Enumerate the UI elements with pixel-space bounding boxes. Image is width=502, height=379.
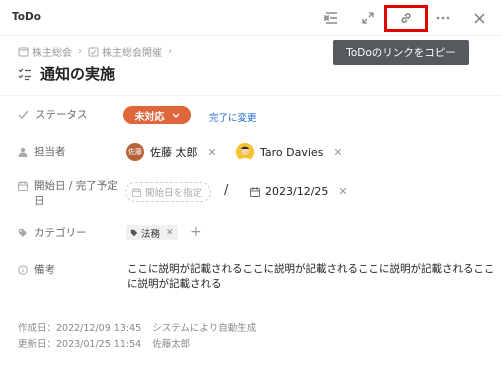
category-tag[interactable]: 法務 ✕ bbox=[126, 225, 178, 240]
category-label: カテゴリー bbox=[18, 226, 87, 241]
created-date: 作成日：2022/12/09 13:45 bbox=[18, 323, 142, 334]
header-divider bbox=[0, 35, 502, 36]
folder-icon bbox=[18, 47, 29, 56]
created-by: システムにより自動生成 bbox=[152, 323, 257, 334]
info-icon bbox=[18, 265, 28, 275]
person-icon bbox=[18, 147, 28, 157]
status-dropdown[interactable]: 未対応 bbox=[123, 106, 191, 124]
end-date-value: 2023/12/25 bbox=[265, 185, 329, 198]
created-info: 作成日：2022/12/09 13:45 システムにより自動生成 bbox=[18, 320, 256, 334]
status-value: 未対応 bbox=[134, 111, 165, 123]
check-icon bbox=[18, 110, 29, 120]
breadcrumb-item-shareholders-meeting[interactable]: 株主総会 bbox=[18, 44, 72, 59]
note-label-text: 備考 bbox=[34, 264, 55, 276]
breadcrumb-label: 株主総会開催 bbox=[102, 48, 162, 59]
dates-label-text: 開始日 / 完了予定日 bbox=[34, 180, 118, 207]
assignee-label-text: 担当者 bbox=[34, 146, 66, 158]
clear-date-icon[interactable]: ✕ bbox=[338, 185, 347, 198]
assignee-name: 佐藤 太郎 bbox=[150, 146, 198, 159]
end-date-picker[interactable]: 2023/12/25 ✕ bbox=[250, 185, 348, 198]
breadcrumb-item-meeting-held[interactable]: 株主総会開催 bbox=[88, 44, 162, 59]
tag-icon bbox=[19, 229, 27, 237]
date-separator: / bbox=[224, 183, 229, 198]
calendar-icon bbox=[250, 186, 260, 197]
assignee-label: 担当者 bbox=[18, 145, 66, 160]
note-label: 備考 bbox=[18, 263, 55, 278]
status-label: ステータス bbox=[18, 108, 88, 123]
checkbox-icon bbox=[88, 47, 99, 56]
title-divider bbox=[0, 95, 502, 96]
checklist-icon bbox=[18, 66, 32, 85]
expand-icon[interactable] bbox=[355, 6, 381, 30]
indent-icon[interactable] bbox=[318, 6, 344, 30]
breadcrumb-separator: › bbox=[78, 46, 82, 57]
breadcrumb: 株主総会 › 株主総会開催 › bbox=[18, 44, 178, 59]
remove-tag-icon[interactable]: ✕ bbox=[166, 228, 174, 238]
tag-icon bbox=[130, 229, 138, 236]
app-title: ToDo bbox=[12, 11, 41, 23]
status-label-text: ステータス bbox=[35, 109, 88, 121]
add-category-button[interactable]: + bbox=[190, 224, 202, 240]
assignee-name: Taro Davies bbox=[260, 145, 324, 159]
category-label-text: カテゴリー bbox=[34, 227, 87, 239]
remove-assignee-icon[interactable]: ✕ bbox=[208, 146, 217, 159]
dates-label: 開始日 / 完了予定日 bbox=[18, 179, 118, 209]
category-tag-label: 法務 bbox=[141, 228, 161, 240]
breadcrumb-label: 株主総会 bbox=[32, 48, 72, 59]
breadcrumb-separator: › bbox=[168, 46, 172, 57]
header: ToDo bbox=[0, 0, 502, 36]
avatar: 佐藤 bbox=[126, 143, 144, 161]
calendar-icon bbox=[18, 181, 28, 191]
more-icon[interactable] bbox=[430, 6, 456, 30]
chevron-down-icon bbox=[172, 113, 179, 118]
assignee-chip[interactable]: 佐藤 佐藤 太郎 ✕ bbox=[126, 143, 217, 161]
updated-info: 更新日：2023/01/25 11:54 佐藤太郎 bbox=[18, 336, 190, 350]
assignee-chip[interactable]: Taro Davies ✕ bbox=[236, 143, 343, 161]
updated-date: 更新日：2023/01/25 11:54 bbox=[18, 339, 142, 350]
remove-assignee-icon[interactable]: ✕ bbox=[333, 146, 342, 159]
start-date-picker[interactable]: 開始日を指定 bbox=[125, 182, 211, 202]
updated-by: 佐藤太郎 bbox=[152, 339, 191, 350]
mark-complete-link[interactable]: 完了に変更 bbox=[209, 110, 257, 124]
page-title[interactable]: 通知の実施 bbox=[40, 63, 115, 84]
copy-link-tooltip: ToDoのリンクをコピー bbox=[333, 40, 469, 65]
calendar-icon bbox=[132, 187, 141, 197]
start-date-placeholder: 開始日を指定 bbox=[145, 188, 203, 199]
link-button-highlight bbox=[384, 5, 428, 32]
close-icon[interactable] bbox=[466, 6, 492, 30]
avatar bbox=[236, 143, 254, 161]
note-text[interactable]: ここに説明が記載されるここに説明が記載されるここに説明が記載されるここに説明が記… bbox=[127, 262, 495, 292]
